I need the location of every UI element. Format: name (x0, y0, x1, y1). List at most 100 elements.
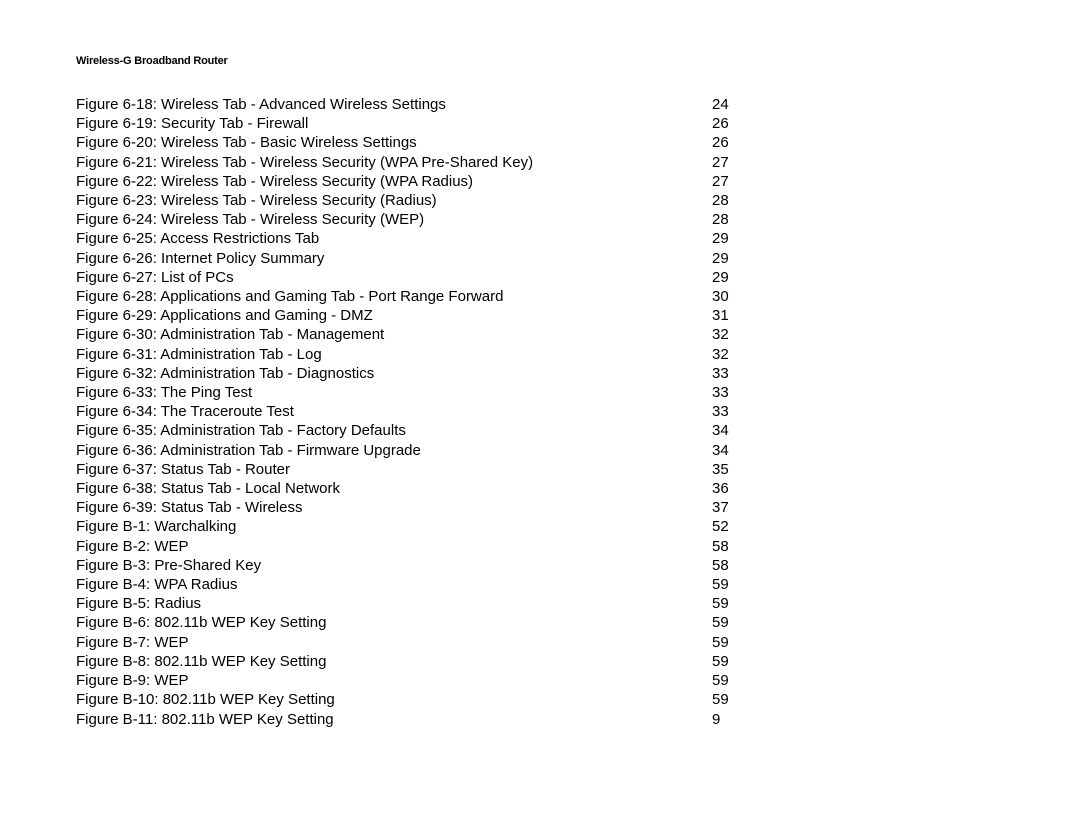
toc-entry-page: 32 (712, 325, 752, 344)
toc-entry-page: 27 (712, 172, 752, 191)
toc-entry-page: 52 (712, 517, 752, 536)
toc-entry-label: Figure B-10: 802.11b WEP Key Setting (76, 690, 712, 709)
toc-entry-page: 59 (712, 613, 752, 632)
toc-entry-page: 34 (712, 441, 752, 460)
toc-entry-page: 29 (712, 268, 752, 287)
toc-entry-label: Figure B-7: WEP (76, 633, 712, 652)
toc-entry-label: Figure 6-22: Wireless Tab - Wireless Sec… (76, 172, 712, 191)
document-title: Wireless-G Broadband Router (76, 55, 228, 67)
toc-row: Figure B-4: WPA Radius59 (76, 575, 1004, 594)
toc-entry-page: 59 (712, 594, 752, 613)
toc-row: Figure 6-22: Wireless Tab - Wireless Sec… (76, 172, 1004, 191)
toc-entry-page: 58 (712, 556, 752, 575)
toc-row: Figure 6-20: Wireless Tab - Basic Wirele… (76, 133, 1004, 152)
toc-entry-label: Figure 6-18: Wireless Tab - Advanced Wir… (76, 95, 712, 114)
toc-entry-page: 30 (712, 287, 752, 306)
toc-row: Figure B-11: 802.11b WEP Key Setting9 (76, 710, 1004, 729)
toc-row: Figure 6-30: Administration Tab - Manage… (76, 325, 1004, 344)
toc-entry-page: 59 (712, 671, 752, 690)
toc-entry-label: Figure B-3: Pre-Shared Key (76, 556, 712, 575)
toc-row: Figure B-3: Pre-Shared Key58 (76, 556, 1004, 575)
toc-entry-page: 28 (712, 191, 752, 210)
toc-entry-label: Figure 6-28: Applications and Gaming Tab… (76, 287, 712, 306)
toc-row: Figure 6-23: Wireless Tab - Wireless Sec… (76, 191, 1004, 210)
toc-row: Figure B-10: 802.11b WEP Key Setting59 (76, 690, 1004, 709)
toc-row: Figure 6-25: Access Restrictions Tab29 (76, 229, 1004, 248)
toc-entry-label: Figure B-9: WEP (76, 671, 712, 690)
toc-entry-page: 26 (712, 133, 752, 152)
toc-row: Figure 6-21: Wireless Tab - Wireless Sec… (76, 153, 1004, 172)
toc-entry-label: Figure 6-33: The Ping Test (76, 383, 712, 402)
toc-row: Figure 6-38: Status Tab - Local Network3… (76, 479, 1004, 498)
toc-entry-label: Figure 6-19: Security Tab - Firewall (76, 114, 712, 133)
toc-row: Figure 6-35: Administration Tab - Factor… (76, 421, 1004, 440)
toc-entry-label: Figure 6-21: Wireless Tab - Wireless Sec… (76, 153, 712, 172)
toc-entry-label: Figure 6-34: The Traceroute Test (76, 402, 712, 421)
toc-entry-label: Figure B-2: WEP (76, 537, 712, 556)
toc-row: Figure 6-29: Applications and Gaming - D… (76, 306, 1004, 325)
toc-entry-page: 29 (712, 229, 752, 248)
toc-entry-page: 28 (712, 210, 752, 229)
toc-row: Figure 6-19: Security Tab - Firewall26 (76, 114, 1004, 133)
toc-entry-page: 34 (712, 421, 752, 440)
toc-entry-label: Figure B-4: WPA Radius (76, 575, 712, 594)
toc-row: Figure 6-34: The Traceroute Test33 (76, 402, 1004, 421)
toc-entry-label: Figure 6-20: Wireless Tab - Basic Wirele… (76, 133, 712, 152)
toc-entry-label: Figure B-11: 802.11b WEP Key Setting (76, 710, 712, 729)
toc-entry-label: Figure 6-32: Administration Tab - Diagno… (76, 364, 712, 383)
toc-entry-page: 31 (712, 306, 752, 325)
toc-entry-page: 33 (712, 402, 752, 421)
toc-row: Figure 6-33: The Ping Test33 (76, 383, 1004, 402)
toc-entry-page: 59 (712, 652, 752, 671)
toc-entry-label: Figure 6-23: Wireless Tab - Wireless Sec… (76, 191, 712, 210)
list-of-figures: Figure 6-18: Wireless Tab - Advanced Wir… (76, 95, 1004, 729)
toc-entry-page: 35 (712, 460, 752, 479)
toc-entry-label: Figure 6-29: Applications and Gaming - D… (76, 306, 712, 325)
toc-entry-label: Figure 6-37: Status Tab - Router (76, 460, 712, 479)
toc-row: Figure B-6: 802.11b WEP Key Setting59 (76, 613, 1004, 632)
toc-row: Figure B-7: WEP59 (76, 633, 1004, 652)
toc-entry-page: 24 (712, 95, 752, 114)
toc-entry-page: 33 (712, 364, 752, 383)
toc-entry-label: Figure B-8: 802.11b WEP Key Setting (76, 652, 712, 671)
toc-entry-label: Figure 6-25: Access Restrictions Tab (76, 229, 712, 248)
toc-row: Figure 6-27: List of PCs29 (76, 268, 1004, 287)
toc-entry-page: 26 (712, 114, 752, 133)
toc-row: Figure B-5: Radius59 (76, 594, 1004, 613)
toc-row: Figure B-2: WEP58 (76, 537, 1004, 556)
toc-row: Figure 6-32: Administration Tab - Diagno… (76, 364, 1004, 383)
toc-entry-page: 58 (712, 537, 752, 556)
toc-entry-page: 59 (712, 575, 752, 594)
toc-row: Figure 6-26: Internet Policy Summary29 (76, 249, 1004, 268)
toc-row: Figure 6-28: Applications and Gaming Tab… (76, 287, 1004, 306)
toc-row: Figure B-9: WEP59 (76, 671, 1004, 690)
toc-entry-label: Figure 6-31: Administration Tab - Log (76, 345, 712, 364)
toc-entry-label: Figure 6-27: List of PCs (76, 268, 712, 287)
toc-row: Figure 6-24: Wireless Tab - Wireless Sec… (76, 210, 1004, 229)
toc-entry-page: 27 (712, 153, 752, 172)
toc-row: Figure 6-39: Status Tab - Wireless37 (76, 498, 1004, 517)
toc-row: Figure 6-36: Administration Tab - Firmwa… (76, 441, 1004, 460)
toc-entry-label: Figure 6-38: Status Tab - Local Network (76, 479, 712, 498)
toc-row: Figure B-8: 802.11b WEP Key Setting59 (76, 652, 1004, 671)
toc-entry-label: Figure B-1: Warchalking (76, 517, 712, 536)
toc-entry-page: 9 (712, 710, 752, 729)
toc-entry-label: Figure B-5: Radius (76, 594, 712, 613)
toc-entry-label: Figure 6-39: Status Tab - Wireless (76, 498, 712, 517)
toc-row: Figure 6-37: Status Tab - Router35 (76, 460, 1004, 479)
toc-entry-label: Figure 6-30: Administration Tab - Manage… (76, 325, 712, 344)
toc-row: Figure 6-31: Administration Tab - Log32 (76, 345, 1004, 364)
toc-entry-label: Figure 6-24: Wireless Tab - Wireless Sec… (76, 210, 712, 229)
toc-entry-label: Figure 6-26: Internet Policy Summary (76, 249, 712, 268)
toc-entry-page: 37 (712, 498, 752, 517)
toc-row: Figure 6-18: Wireless Tab - Advanced Wir… (76, 95, 1004, 114)
toc-row: Figure B-1: Warchalking52 (76, 517, 1004, 536)
toc-entry-page: 36 (712, 479, 752, 498)
toc-entry-page: 59 (712, 690, 752, 709)
toc-entry-page: 59 (712, 633, 752, 652)
toc-entry-label: Figure 6-35: Administration Tab - Factor… (76, 421, 712, 440)
toc-entry-label: Figure 6-36: Administration Tab - Firmwa… (76, 441, 712, 460)
toc-entry-page: 33 (712, 383, 752, 402)
toc-entry-page: 29 (712, 249, 752, 268)
document-header: Wireless-G Broadband Router (76, 55, 1004, 67)
